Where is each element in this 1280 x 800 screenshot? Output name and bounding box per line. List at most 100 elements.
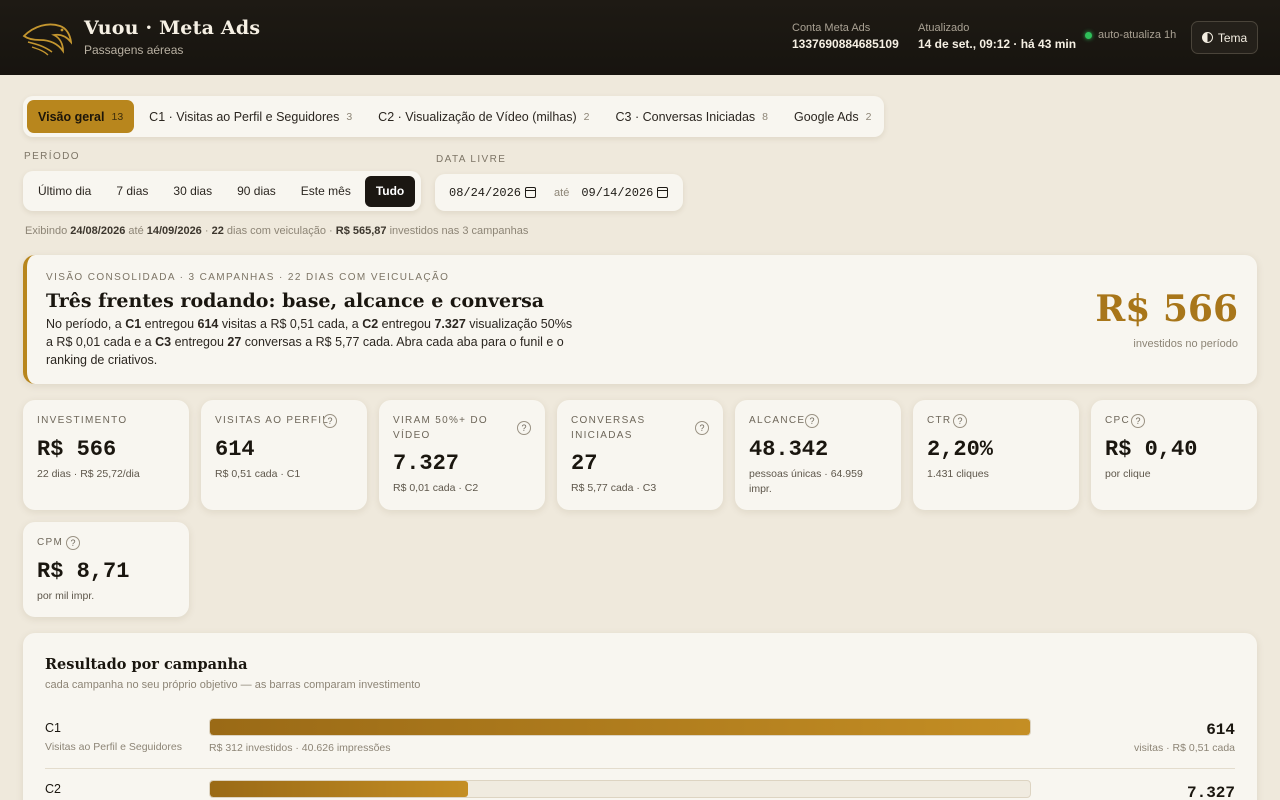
- period-ultimo-dia[interactable]: Último dia: [27, 176, 102, 207]
- period-tudo[interactable]: Tudo: [364, 175, 416, 207]
- theme-contrast-icon: [1201, 32, 1213, 43]
- eagle-logo-icon: [22, 23, 72, 56]
- period-label: PERÍODO: [24, 151, 80, 162]
- kpi-label: CPC: [1105, 415, 1131, 426]
- hero-text-part: No período, a: [46, 317, 126, 331]
- tab-google-ads[interactable]: Google Ads 2: [783, 100, 882, 133]
- kpi-label: VIRAM 50%+ DO VÍDEO: [393, 415, 488, 441]
- hero-text-part: entregou: [378, 317, 435, 331]
- campaign-result-value: 614: [1206, 721, 1235, 739]
- account-info: Conta Meta Ads 1337690884685109: [792, 22, 899, 51]
- hero-text-part: entregou: [141, 317, 198, 331]
- campaign-result-value: 7.327: [1186, 784, 1235, 800]
- brand-subtitle: Passagens aéreas: [84, 43, 184, 57]
- tab-c3[interactable]: C3 · Conversas Iniciadas 8: [605, 100, 780, 133]
- showing-to: 14/09/2026: [146, 225, 202, 237]
- investment-bar-fill: [210, 719, 1030, 735]
- help-icon[interactable]: ?: [805, 414, 819, 428]
- updated-info: Atualizado 14 de set., 09:12 · há 43 min: [918, 22, 1076, 51]
- kpi-sub: 1.431 cliques: [927, 468, 989, 480]
- kpi-value: R$ 0,40: [1105, 437, 1198, 462]
- help-icon[interactable]: ?: [1131, 414, 1145, 428]
- live-dot-icon: [1085, 31, 1092, 39]
- campaign-name: C1: [45, 721, 61, 735]
- campaign-desc: Visitas ao Perfil e Seguidores: [45, 741, 182, 753]
- period-este-mes[interactable]: Este mês: [290, 176, 362, 207]
- bar-caption: R$ 312 investidos · 40.626 impressões: [209, 742, 391, 754]
- kpi-label: VISITAS AO PERFIL: [215, 415, 330, 426]
- tab-c2[interactable]: C2 · Visualização de Vídeo (milhas) 2: [367, 100, 600, 133]
- account-label: Conta Meta Ads: [792, 22, 871, 34]
- investment-bar-fill: [210, 781, 469, 797]
- period-7-dias[interactable]: 7 dias: [105, 176, 159, 207]
- main-tabs: Visão geral 13 C1 · Visitas ao Perfil e …: [23, 96, 884, 137]
- hero-c2: C2: [362, 317, 379, 331]
- help-icon[interactable]: ?: [323, 414, 337, 428]
- tab-label: Google Ads: [794, 109, 859, 124]
- date-from-value: 08/24/2026: [449, 185, 522, 200]
- row-divider: [45, 768, 1235, 769]
- campaign-name: C2: [45, 782, 61, 796]
- showing-amount: R$ 565,87: [335, 225, 387, 237]
- consolidated-summary-card: VISÃO CONSOLIDADA · 3 CAMPANHAS · 22 DIA…: [23, 255, 1257, 384]
- hero-amount: R$ 566: [1095, 288, 1238, 330]
- investment-bar-track: [209, 718, 1031, 736]
- kpi-sub: pessoas únicas · 64.959 impr.: [749, 468, 863, 495]
- help-icon[interactable]: ?: [66, 536, 80, 550]
- calendar-icon[interactable]: [657, 187, 669, 198]
- date-from-input[interactable]: 08/24/2026: [449, 185, 537, 200]
- kpi-visitas-perfil: VISITAS AO PERFIL ? 614 R$ 0,51 cada · C…: [201, 400, 367, 510]
- showing-summary: Exibindo 24/08/2026 até 14/09/2026 · 22 …: [25, 225, 529, 237]
- showing-amount-text: investidos nas 3 campanhas: [389, 225, 529, 237]
- results-by-campaign: Resultado por campanha cada campanha no …: [23, 633, 1257, 800]
- account-id: 1337690884685109: [792, 37, 899, 51]
- auto-refresh-status: auto-atualiza 1h: [1085, 29, 1176, 41]
- hero-title: Três frentes rodando: base, alcance e co…: [46, 290, 545, 312]
- help-icon[interactable]: ?: [695, 421, 709, 435]
- tab-label: Visão geral: [38, 109, 105, 124]
- period-30-dias[interactable]: 30 dias: [162, 176, 223, 207]
- hero-v1: 614: [197, 317, 219, 331]
- campaign-result-sub: visitas · R$ 0,51 cada: [1134, 742, 1235, 754]
- results-subtitle: cada campanha no seu próprio objetivo — …: [45, 679, 421, 691]
- kpi-cpc: CPC ? R$ 0,40 por clique: [1091, 400, 1257, 510]
- kpi-sub: R$ 5,77 cada · C3: [571, 482, 657, 494]
- calendar-icon[interactable]: [525, 187, 537, 198]
- help-icon[interactable]: ?: [953, 414, 967, 428]
- period-selector: Último dia 7 dias 30 dias 90 dias Este m…: [23, 171, 421, 211]
- tab-count: 2: [583, 110, 590, 123]
- tab-count: 3: [346, 110, 353, 123]
- date-range-label: DATA LIVRE: [436, 154, 507, 165]
- hero-text: No período, a C1 entregou 614 visitas a …: [46, 315, 576, 369]
- showing-days: 22: [211, 225, 224, 237]
- help-icon[interactable]: ?: [517, 421, 531, 435]
- kpi-value: 614: [215, 437, 255, 462]
- updated-label: Atualizado: [918, 22, 970, 34]
- tab-c1[interactable]: C1 · Visitas ao Perfil e Seguidores 3: [138, 100, 363, 133]
- kpi-label: CTR: [927, 415, 952, 426]
- kpi-sub: 22 dias · R$ 25,72/dia: [37, 468, 140, 480]
- kpi-sub: R$ 0,01 cada · C2: [393, 482, 479, 494]
- kpi-label: CPM: [37, 537, 64, 548]
- hero-c1: C1: [125, 317, 142, 331]
- date-separator: até: [554, 186, 570, 199]
- showing-until: até: [128, 225, 144, 237]
- top-bar: Vuou · Meta Ads Passagens aéreas Conta M…: [0, 0, 1280, 75]
- tab-count: 8: [762, 110, 768, 123]
- tab-count: 13: [111, 110, 124, 123]
- kpi-alcance: ALCANCE ? 48.342 pessoas únicas · 64.959…: [735, 400, 901, 510]
- date-to-value: 09/14/2026: [581, 185, 654, 200]
- kpi-value: 48.342: [749, 437, 829, 462]
- showing-from: 24/08/2026: [70, 225, 126, 237]
- kpi-ctr: CTR ? 2,20% 1.431 cliques: [913, 400, 1079, 510]
- tab-label: C2 · Visualização de Vídeo (milhas): [378, 109, 577, 124]
- theme-button-label: Tema: [1217, 30, 1248, 45]
- theme-button[interactable]: Tema: [1191, 21, 1258, 54]
- kpi-sub: por clique: [1105, 468, 1151, 480]
- period-90-dias[interactable]: 90 dias: [226, 176, 287, 207]
- tab-visao-geral[interactable]: Visão geral 13: [27, 100, 135, 133]
- kpi-cpm: CPM ? R$ 8,71 por mil impr.: [23, 522, 189, 617]
- showing-days-text: dias com veiculação ·: [226, 225, 333, 237]
- tab-label: C1 · Visitas ao Perfil e Seguidores: [149, 109, 340, 124]
- date-to-input[interactable]: 09/14/2026: [581, 185, 669, 200]
